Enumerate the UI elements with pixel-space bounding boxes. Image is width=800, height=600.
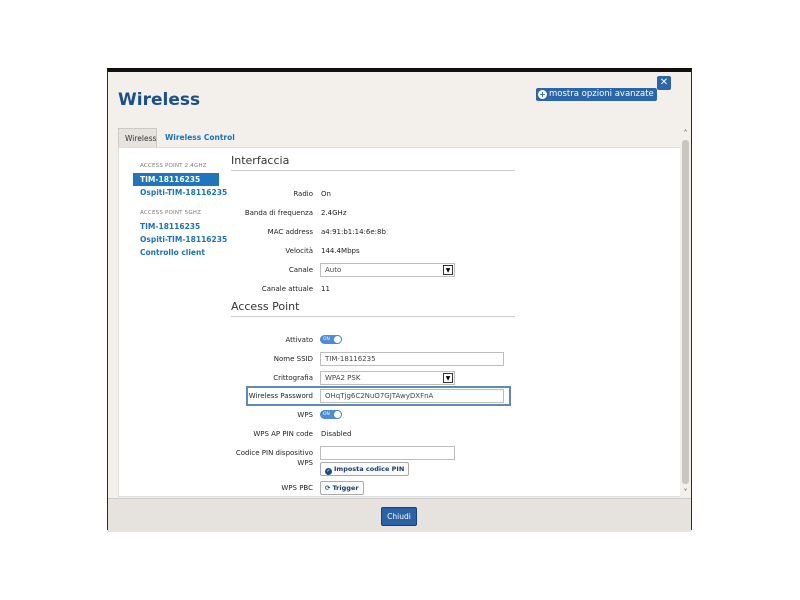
velocita-label: Velocità bbox=[285, 247, 313, 255]
chiudi-button[interactable]: Chiudi bbox=[381, 507, 417, 526]
password-label: Wireless Password bbox=[248, 392, 313, 400]
chevron-down-icon: ▼ bbox=[443, 265, 453, 275]
sidebar-header-5ghz: ACCESS POINT 5GHZ bbox=[140, 210, 202, 216]
chevron-down-icon: ▼ bbox=[443, 373, 453, 383]
password-row: Wireless Password OHqTjg6C2NuO7GJTAwyDXF… bbox=[231, 389, 651, 403]
plus-icon: + bbox=[538, 90, 547, 99]
canale-attuale-value: 11 bbox=[321, 285, 330, 293]
sidebar-item-tim-5[interactable]: TIM-18116235 bbox=[133, 220, 219, 233]
wps-pbc-row: WPS PBC ⟳ Trigger bbox=[231, 481, 651, 495]
codice-pin-label-line2: WPS bbox=[297, 459, 313, 467]
crittografia-label: Crittografia bbox=[273, 374, 313, 382]
radio-value: On bbox=[321, 190, 331, 198]
trigger-label: Trigger bbox=[332, 484, 359, 492]
radio-row: Radio On bbox=[231, 187, 651, 201]
ssid-input[interactable]: TIM-18116235 bbox=[320, 352, 504, 366]
imposta-codice-pin-button[interactable]: ✓ Imposta codice PIN bbox=[320, 462, 410, 476]
section-title-interfaccia: Interfaccia bbox=[231, 154, 515, 171]
tab-wireless-control[interactable]: Wireless Control bbox=[159, 128, 241, 147]
codice-pin-label-line1: Codice PIN dispositivo bbox=[235, 449, 313, 457]
banda-row: Banda di frequenza 2.4GHz bbox=[231, 206, 651, 220]
canale-attuale-label: Canale attuale bbox=[261, 285, 313, 293]
banda-label: Banda di frequenza bbox=[244, 209, 313, 217]
main-panel: ACCESS POINT 2.4GHZ TIM-18116235 Ospiti-… bbox=[118, 147, 683, 497]
toggle-knob bbox=[333, 410, 342, 419]
scroll-down-icon[interactable]: ˅ bbox=[681, 488, 690, 497]
sidebar-item-tim-24[interactable]: TIM-18116235 bbox=[133, 173, 219, 186]
trigger-button[interactable]: ⟳ Trigger bbox=[320, 481, 364, 495]
codice-pin-input[interactable] bbox=[320, 446, 455, 460]
advanced-options-button[interactable]: + mostra opzioni avanzate bbox=[536, 88, 657, 101]
toggle-on-text: ON bbox=[323, 412, 330, 417]
mac-label: MAC address bbox=[267, 228, 313, 236]
sidebar-item-controllo-client[interactable]: Controllo client bbox=[133, 246, 219, 259]
crittografia-select-value: WPA2 PSK bbox=[325, 374, 361, 382]
attivato-row: Attivato ON bbox=[231, 333, 651, 347]
mac-value: a4:91:b1:14:6e:8b bbox=[321, 228, 386, 236]
password-input[interactable]: OHqTjg6C2NuO7GJTAwyDXFnA bbox=[320, 389, 504, 403]
attivato-toggle[interactable]: ON bbox=[320, 335, 342, 344]
wps-row: WPS ON bbox=[231, 408, 651, 422]
codice-pin-label: Codice PIN dispositivo WPS bbox=[231, 448, 313, 468]
toggle-knob bbox=[333, 335, 342, 344]
sidebar-item-ospiti-24[interactable]: Ospiti-TIM-18116235 bbox=[133, 186, 227, 199]
close-button[interactable]: ✕ bbox=[657, 76, 671, 90]
canale-row: Canale Auto ▼ bbox=[231, 263, 651, 277]
refresh-icon: ⟳ bbox=[325, 484, 331, 492]
wps-pin-row: WPS AP PIN code Disabled bbox=[231, 427, 651, 441]
sidebar-item-ospiti-5[interactable]: Ospiti-TIM-18116235 bbox=[133, 233, 227, 246]
wireless-dialog: Wireless + mostra opzioni avanzate ✕ Wire… bbox=[107, 68, 692, 532]
advanced-options-label: mostra opzioni avanzate bbox=[549, 89, 654, 99]
mac-row: MAC address a4:91:b1:14:6e:8b bbox=[231, 225, 651, 239]
dialog-footer: Chiudi bbox=[108, 498, 691, 532]
toggle-on-text: ON bbox=[323, 337, 330, 342]
scrollbar-thumb[interactable] bbox=[682, 140, 689, 484]
wps-toggle[interactable]: ON bbox=[320, 410, 342, 419]
ssid-label: Nome SSID bbox=[273, 355, 313, 363]
vertical-scrollbar[interactable]: ˄ ˅ bbox=[680, 128, 691, 498]
wps-pin-value: Disabled bbox=[321, 430, 352, 438]
scroll-up-icon[interactable]: ˄ bbox=[681, 129, 690, 138]
sidebar: ACCESS POINT 2.4GHZ TIM-18116235 Ospiti-… bbox=[133, 160, 227, 259]
canale-select[interactable]: Auto ▼ bbox=[320, 263, 455, 277]
crittografia-select[interactable]: WPA2 PSK ▼ bbox=[320, 371, 455, 385]
imposta-codice-pin-label: Imposta codice PIN bbox=[334, 465, 405, 473]
banda-value: 2.4GHz bbox=[321, 209, 347, 217]
check-circle-icon: ✓ bbox=[325, 468, 332, 475]
tab-wireless[interactable]: Wireless bbox=[118, 128, 157, 147]
wps-label: WPS bbox=[297, 411, 313, 419]
canale-select-value: Auto bbox=[325, 266, 342, 274]
ssid-row: Nome SSID TIM-18116235 bbox=[231, 352, 651, 366]
radio-label: Radio bbox=[293, 190, 313, 198]
canale-attuale-row: Canale attuale 11 bbox=[231, 282, 651, 296]
velocita-row: Velocità 144.4Mbps bbox=[231, 244, 651, 258]
dialog-title: Wireless bbox=[118, 90, 201, 110]
sidebar-header-24ghz: ACCESS POINT 2.4GHZ bbox=[140, 163, 207, 169]
wps-pin-label: WPS AP PIN code bbox=[253, 430, 313, 438]
velocita-value: 144.4Mbps bbox=[321, 247, 360, 255]
attivato-label: Attivato bbox=[285, 336, 313, 344]
codice-pin-row: Codice PIN dispositivo WPS ✓ Imposta codic… bbox=[231, 446, 651, 478]
wps-pbc-label: WPS PBC bbox=[281, 484, 313, 492]
section-title-access-point: Access Point bbox=[231, 300, 515, 317]
canale-label: Canale bbox=[288, 266, 313, 274]
crittografia-row: Crittografia WPA2 PSK ▼ bbox=[231, 371, 651, 385]
